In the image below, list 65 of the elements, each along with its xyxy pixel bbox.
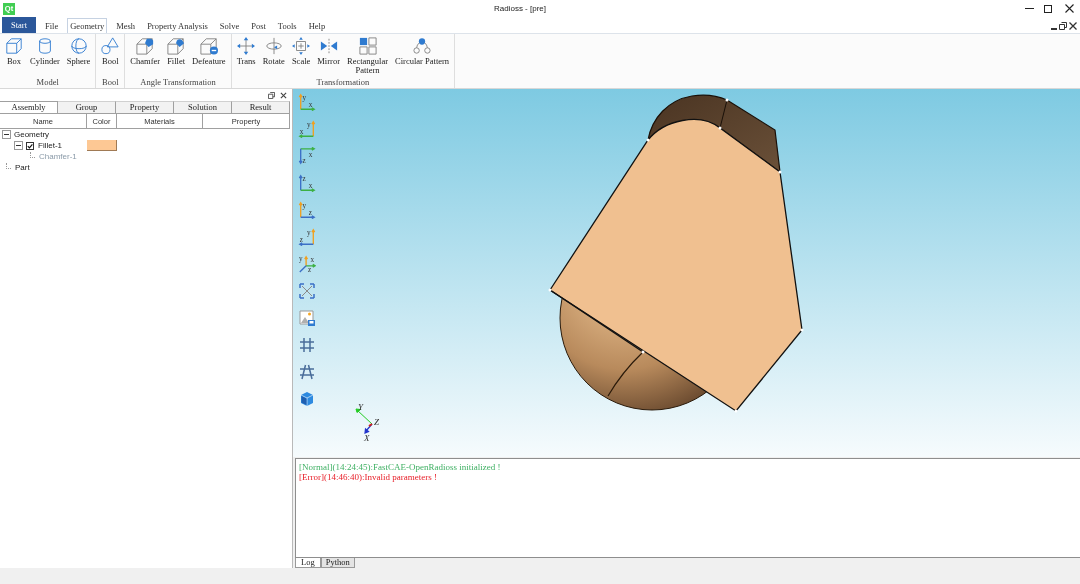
ribbon-button[interactable]: Bool (99, 37, 122, 76)
ribbon-button[interactable]: Rotate (260, 37, 287, 76)
log-line: [Error](14:46:40):Invalid parameters ! (299, 472, 437, 482)
float-icon[interactable] (268, 91, 275, 99)
tree-item[interactable]: Fillet-1 (38, 140, 62, 151)
ribbon-button[interactable]: Defeature (190, 37, 228, 76)
tree-line (6, 162, 11, 169)
perspective-grid-icon[interactable] (299, 364, 315, 380)
group-title: Angle Transformation (139, 76, 217, 88)
window-title: Radioss - [pre] (494, 4, 546, 13)
menu-tab[interactable]: Help (305, 18, 329, 33)
cube-chamfer-icon (136, 37, 155, 55)
cube-icon (5, 37, 23, 55)
maximize-icon[interactable] (1044, 4, 1052, 13)
ribbon-button[interactable]: Cylinder (28, 37, 62, 76)
cube-minus-icon (199, 37, 218, 55)
circle-pattern-icon (413, 37, 432, 55)
menu-tab[interactable]: Tools (274, 18, 300, 33)
cube-icon[interactable] (299, 391, 315, 407)
panel-tab[interactable]: Group (58, 101, 116, 113)
move-arrows-icon (237, 37, 256, 55)
panel-tab[interactable]: Assembly (0, 101, 58, 113)
grid-icon[interactable] (299, 337, 315, 353)
circle-triangle-icon (101, 37, 120, 55)
group-title: Model (35, 76, 60, 88)
scale-icon (292, 37, 311, 55)
log-line: [Normal](14:24:45):FastCAE-OpenRadioss initialized ! (299, 462, 501, 472)
color-swatch[interactable] (87, 140, 117, 151)
menu-tab[interactable]: Solve (216, 18, 243, 33)
panel-tab[interactable]: Result (232, 101, 290, 113)
tree-line (30, 151, 35, 158)
close-icon[interactable] (1065, 4, 1074, 13)
ribbon-button[interactable]: Mirror (315, 37, 342, 76)
squares-grid-icon (358, 37, 377, 55)
expand-arrows-icon[interactable] (299, 283, 315, 299)
minus-box-icon[interactable] (14, 141, 23, 150)
ribbon-button[interactable]: Fillet (165, 37, 188, 76)
axis-triad-drawing: Y Z X (355, 402, 379, 443)
ribbon-button[interactable]: Sphere (64, 37, 93, 76)
menu-tab[interactable]: File (42, 18, 62, 33)
close-icon[interactable] (280, 91, 287, 99)
close-icon[interactable] (1069, 22, 1077, 30)
ribbon-button[interactable]: Rectangular Pattern (345, 37, 391, 76)
tree-item[interactable]: Geometry (14, 129, 50, 140)
minus-box-icon[interactable] (2, 130, 11, 139)
ribbon-button[interactable]: Circular Pattern (393, 37, 452, 76)
menu-tab[interactable]: Property Analysis (144, 18, 211, 33)
group-title: Transformation (315, 76, 371, 88)
menu-tab[interactable]: Mesh (113, 18, 139, 33)
ribbon-button[interactable]: Scale (289, 37, 313, 76)
group-title: Bool (101, 76, 120, 88)
panel-tab[interactable]: Property (116, 101, 174, 113)
panel-tab[interactable]: Solution (174, 101, 232, 113)
ribbon-button[interactable]: Trans (234, 37, 258, 76)
restore-icon[interactable] (1059, 22, 1067, 30)
checkbox[interactable] (26, 141, 34, 150)
start-button[interactable]: Start (2, 17, 36, 33)
ribbon-button[interactable]: Chamfer (128, 37, 163, 76)
menu-tab[interactable]: Post (248, 18, 269, 33)
picture-icon[interactable] (299, 310, 315, 326)
menu-tab[interactable]: Geometry (67, 18, 108, 33)
rotate-icon (264, 37, 283, 55)
ribbon-button[interactable]: Box (3, 37, 25, 76)
tree-item[interactable]: Part (15, 162, 30, 173)
cube-fillet-icon (167, 37, 186, 55)
